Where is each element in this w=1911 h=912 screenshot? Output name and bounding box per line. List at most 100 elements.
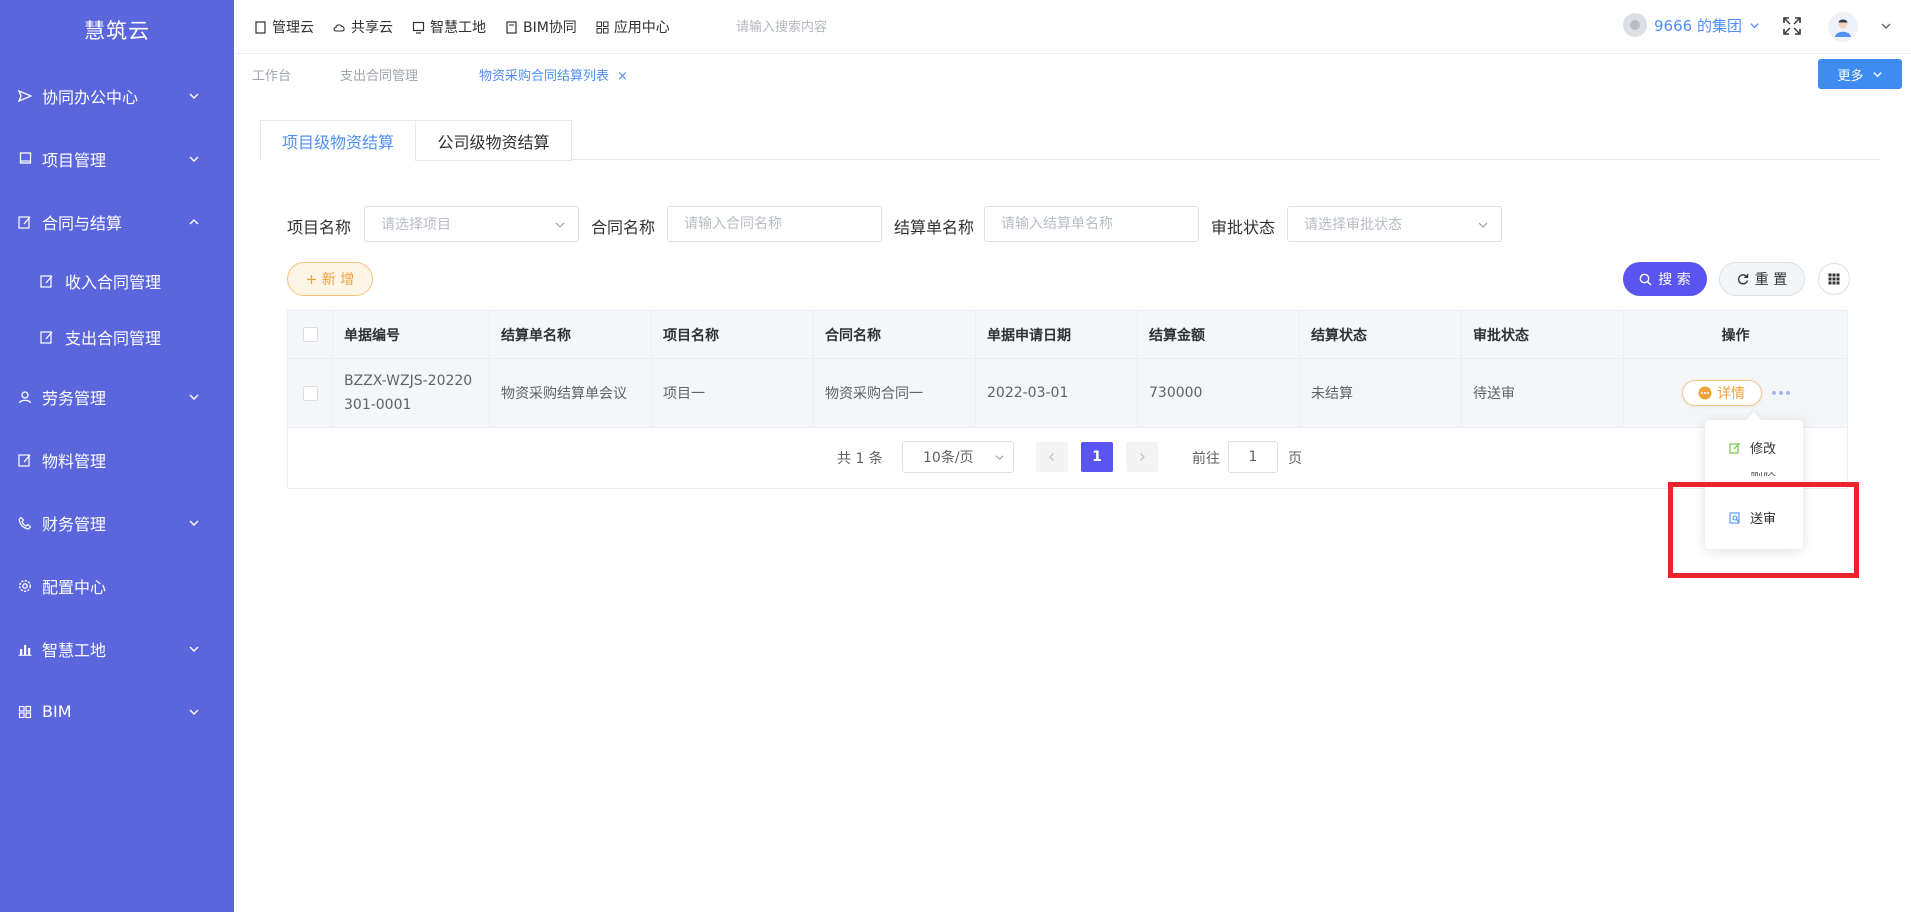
approval-filter-label: 审批状态: [1211, 218, 1276, 237]
gear-icon: [17, 578, 33, 594]
menu-item-delete[interactable]: 删除: [1729, 468, 1776, 476]
sidebar-item-label: 财务管理: [42, 514, 107, 534]
contract-name-input[interactable]: [667, 206, 882, 242]
top-nav-label: 共享云: [351, 20, 393, 36]
page-tabs-bar: 工作台 支出合同管理 物资采购合同结算列表 × 更多: [234, 54, 1911, 94]
goto-page-input[interactable]: [1228, 441, 1278, 473]
sidebar-item-project-management[interactable]: 项目管理: [0, 127, 234, 190]
grid-icon: [596, 21, 609, 33]
select-all-checkbox[interactable]: [302, 327, 318, 342]
contract-filter-label: 合同名称: [591, 218, 656, 237]
search-button[interactable]: 搜 索: [1623, 262, 1707, 296]
chevron-up-icon: [189, 218, 199, 224]
tab-project-level-settlement[interactable]: 项目级物资结算: [260, 120, 416, 161]
add-button-label: 新 增: [321, 272, 355, 288]
page-number-current[interactable]: 1: [1081, 442, 1113, 472]
reset-button[interactable]: 重 置: [1719, 262, 1805, 296]
more-button[interactable]: 更多: [1818, 59, 1902, 89]
sidebar-item-collab-office[interactable]: 协同办公中心: [0, 64, 234, 127]
menu-item-label: 删除: [1750, 468, 1776, 476]
tab-company-level-settlement[interactable]: 公司级物资结算: [415, 120, 572, 161]
sidebar-item-finance-management[interactable]: 财务管理: [0, 491, 234, 554]
detail-button[interactable]: 详情: [1681, 380, 1762, 406]
sidebar-item-smart-site[interactable]: 智慧工地: [0, 617, 234, 680]
top-nav-label: 管理云: [272, 20, 314, 36]
settlement-name-input[interactable]: [984, 206, 1199, 242]
chevron-left-icon: [1049, 453, 1054, 461]
sidebar-item-material-management[interactable]: 物料管理: [0, 428, 234, 491]
sidebar-item-config-center[interactable]: 配置中心: [0, 554, 234, 617]
menu-item-edit[interactable]: 修改: [1729, 438, 1776, 457]
sidebar-item-label: 智慧工地: [42, 640, 107, 660]
fullscreen-icon[interactable]: [1782, 16, 1802, 36]
project-filter-label: 项目名称: [287, 218, 352, 237]
sidebar-subitem-label: 收入合同管理: [65, 273, 162, 292]
menu-item-submit-review[interactable]: 送审: [1729, 508, 1776, 527]
grid-icon: [17, 704, 33, 720]
top-header: 管理云 共享云 智慧工地 BIM协同 应用中心 9666 的集团: [234, 0, 1911, 54]
row-actions-dropdown: 修改 删除 送审: [1705, 420, 1803, 549]
edit-icon: [39, 273, 55, 289]
cell-approval-status: 待送审: [1462, 359, 1624, 427]
column-header: 结算金额: [1138, 311, 1300, 358]
settlement-level-tabs: 项目级物资结算 公司级物资结算: [260, 120, 1880, 161]
sidebar-subitem-expense-contract[interactable]: 支出合同管理: [0, 309, 234, 365]
global-search-input[interactable]: [736, 16, 956, 38]
goto-label: 前往: [1192, 451, 1220, 467]
sidebar-item-label: BIM: [42, 702, 72, 721]
bar-chart-icon: [17, 641, 33, 657]
table-row: BZZX-WZJS-20220301-0001 物资采购结算单会议 项目一 物资…: [288, 359, 1847, 428]
chevron-right-icon: [1140, 453, 1145, 461]
page-tab-label: 物资采购合同结算列表: [479, 69, 610, 84]
user-group-icon: [17, 389, 33, 405]
sidebar-item-labor-management[interactable]: 劳务管理: [0, 365, 234, 428]
top-nav-shared-cloud[interactable]: 共享云: [333, 17, 393, 37]
user-avatar[interactable]: [1828, 12, 1858, 42]
more-circle-icon: [1698, 386, 1712, 400]
add-button[interactable]: 新 增: [287, 262, 373, 296]
reset-button-label: 重 置: [1754, 272, 1788, 288]
user-icon: [1835, 19, 1851, 37]
close-icon[interactable]: ×: [617, 69, 628, 84]
approval-status-select[interactable]: 请选择审批状态: [1287, 206, 1502, 242]
grid-icon: [1828, 273, 1840, 285]
sidebar-subitem-income-contract[interactable]: 收入合同管理: [0, 253, 234, 309]
monitor-icon: [412, 21, 425, 34]
plus-icon: [306, 274, 316, 284]
edit-icon: [17, 452, 33, 468]
sidebar-item-contract-settlement[interactable]: 合同与结算: [0, 190, 234, 253]
more-actions-icon[interactable]: [1771, 391, 1790, 395]
project-select[interactable]: 请选择项目: [364, 206, 579, 242]
page-tab-expense-contract[interactable]: 支出合同管理: [340, 65, 418, 84]
chevron-down-icon[interactable]: [1880, 20, 1892, 32]
sidebar-item-bim[interactable]: BIM: [0, 680, 234, 743]
settlement-table: 单据编号 结算单名称 项目名称 合同名称 单据申请日期 结算金额 结算状态 审批…: [287, 310, 1848, 489]
cloud-icon: [333, 23, 345, 32]
column-header: 结算单名称: [490, 311, 652, 358]
prev-page-button[interactable]: [1036, 442, 1068, 472]
book-icon: [17, 151, 33, 167]
org-switcher[interactable]: 9666 的集团: [1623, 13, 1760, 37]
chevron-down-icon: [189, 93, 199, 99]
more-button-label: 更多: [1837, 68, 1864, 84]
row-checkbox[interactable]: [302, 385, 318, 401]
top-nav-app-center[interactable]: 应用中心: [596, 17, 670, 37]
menu-item-label: 修改: [1750, 442, 1777, 457]
page-tab-material-settlement-list[interactable]: 物资采购合同结算列表 ×: [479, 65, 628, 84]
edit-icon: [39, 329, 55, 345]
top-nav-management-cloud[interactable]: 管理云: [254, 17, 314, 37]
sidebar: 慧筑云 协同办公中心 项目管理 合同与结算 收入合同管理 支出合同管理 劳务管理…: [0, 0, 234, 912]
cell-code: BZZX-WZJS-20220301-0001: [333, 359, 490, 427]
main-content: 项目级物资结算 公司级物资结算 项目名称 请选择项目 合同名称 结算单名称 审批…: [234, 94, 1911, 912]
page-suffix-label: 页: [1288, 451, 1302, 467]
top-nav-smart-site[interactable]: 智慧工地: [412, 17, 486, 37]
chevron-down-icon: [1872, 71, 1882, 77]
top-nav-label: 应用中心: [613, 20, 670, 36]
page-size-select[interactable]: 10条/页: [902, 441, 1014, 473]
column-settings-button[interactable]: [1818, 263, 1850, 295]
next-page-button[interactable]: [1126, 442, 1158, 472]
sidebar-subitem-label: 支出合同管理: [65, 329, 162, 348]
top-nav-bim-collab[interactable]: BIM协同: [505, 17, 577, 37]
row-checkbox-cell: [288, 359, 333, 427]
page-tab-workbench[interactable]: 工作台: [252, 65, 291, 84]
